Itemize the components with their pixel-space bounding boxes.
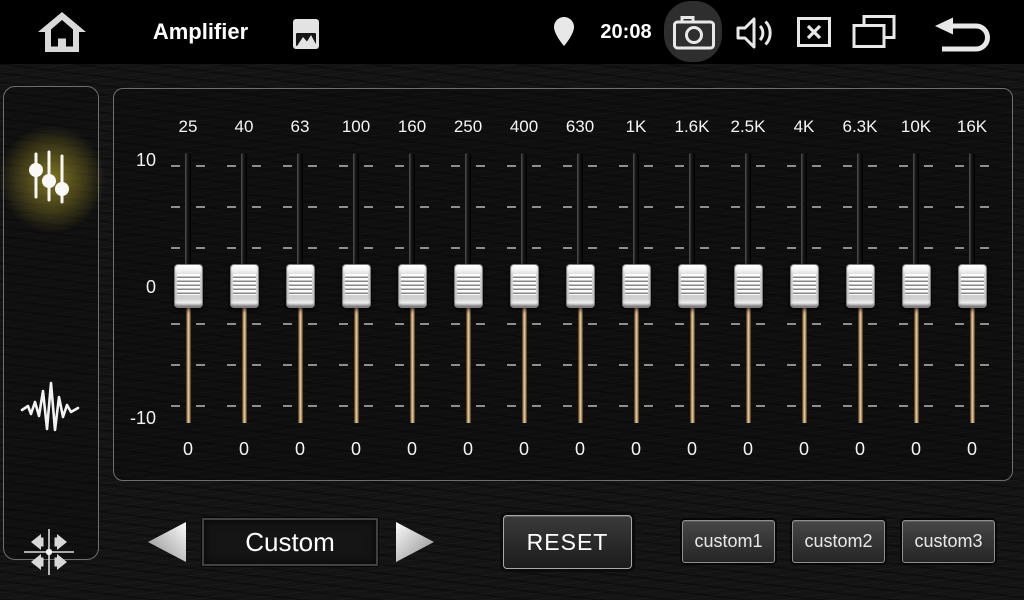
band-frequency-label: 10K	[888, 117, 944, 137]
equalizer-panel: 10 0 -10 25 0 40 0 63 0 100 0 160 0	[113, 88, 1013, 481]
band-frequency-label: 250	[440, 117, 496, 137]
volume-icon	[735, 15, 775, 51]
eq-band: 40 0	[216, 89, 272, 480]
band-value-label: 0	[160, 439, 216, 460]
top-bar: Amplifier 20:08	[0, 0, 1024, 64]
eq-band: 6.3K 0	[832, 89, 888, 480]
band-frequency-label: 16K	[944, 117, 1000, 137]
band-value-label: 0	[328, 439, 384, 460]
band-slider-knob[interactable]	[678, 264, 707, 308]
custom3-button[interactable]: custom3	[902, 520, 995, 563]
band-frequency-label: 4K	[776, 117, 832, 137]
clock: 20:08	[590, 21, 662, 44]
recent-apps-icon	[852, 15, 896, 49]
preset-prev-button[interactable]	[146, 520, 188, 564]
page-title: Amplifier	[118, 19, 283, 45]
band-value-label: 0	[664, 439, 720, 460]
eq-band: 1.6K 0	[664, 89, 720, 480]
reset-button[interactable]: RESET	[503, 515, 632, 569]
screenshot-button[interactable]	[673, 15, 715, 50]
gallery-icon	[293, 19, 319, 49]
eq-band: 250 0	[440, 89, 496, 480]
recent-apps-button[interactable]	[852, 15, 896, 49]
sidebar-item-sound-effect[interactable]	[20, 379, 84, 443]
band-value-label: 0	[272, 439, 328, 460]
preset-display[interactable]: Custom	[202, 518, 378, 566]
scale-label-mid: 0	[116, 276, 156, 298]
custom1-button[interactable]: custom1	[682, 520, 775, 563]
band-slider-knob[interactable]	[454, 264, 483, 308]
band-slider-knob[interactable]	[846, 264, 875, 308]
speaker-balance-icon	[20, 523, 78, 581]
band-frequency-label: 63	[272, 117, 328, 137]
band-slider-knob[interactable]	[230, 264, 259, 308]
sidebar-item-speaker-balance[interactable]	[20, 523, 84, 587]
eq-band: 63 0	[272, 89, 328, 480]
band-value-label: 0	[944, 439, 1000, 460]
band-value-label: 0	[496, 439, 552, 460]
band-value-label: 0	[216, 439, 272, 460]
eq-band: 16K 0	[944, 89, 1000, 480]
custom2-button[interactable]: custom2	[792, 520, 885, 563]
waveform-icon	[20, 379, 80, 437]
eq-band: 1K 0	[608, 89, 664, 480]
band-value-label: 0	[832, 439, 888, 460]
band-slider-knob[interactable]	[622, 264, 651, 308]
band-slider-knob[interactable]	[734, 264, 763, 308]
eq-band: 630 0	[552, 89, 608, 480]
band-frequency-label: 400	[496, 117, 552, 137]
band-frequency-label: 160	[384, 117, 440, 137]
scale-label-max: 10	[116, 149, 156, 171]
band-value-label: 0	[776, 439, 832, 460]
band-slider-knob[interactable]	[566, 264, 595, 308]
back-icon	[930, 12, 994, 54]
band-slider-knob[interactable]	[286, 264, 315, 308]
preset-next-button[interactable]	[394, 520, 436, 564]
band-value-label: 0	[440, 439, 496, 460]
band-frequency-label: 1.6K	[664, 117, 720, 137]
arrow-right-icon	[394, 520, 436, 564]
close-window-button[interactable]	[797, 17, 831, 47]
band-slider-knob[interactable]	[398, 264, 427, 308]
band-slider-knob[interactable]	[790, 264, 819, 308]
band-frequency-label: 1K	[608, 117, 664, 137]
sidebar-item-equalizer[interactable]	[20, 147, 84, 211]
arrow-left-icon	[146, 520, 188, 564]
band-value-label: 0	[552, 439, 608, 460]
sidebar	[3, 86, 99, 560]
volume-button[interactable]	[735, 15, 775, 51]
eq-band: 100 0	[328, 89, 384, 480]
close-window-icon	[797, 17, 831, 47]
band-slider-knob[interactable]	[958, 264, 987, 308]
band-slider-knob[interactable]	[902, 264, 931, 308]
eq-band: 4K 0	[776, 89, 832, 480]
band-value-label: 0	[384, 439, 440, 460]
band-value-label: 0	[888, 439, 944, 460]
band-frequency-label: 630	[552, 117, 608, 137]
band-value-label: 0	[720, 439, 776, 460]
band-slider-knob[interactable]	[510, 264, 539, 308]
eq-band: 10K 0	[888, 89, 944, 480]
location-pin-icon	[554, 17, 574, 47]
home-icon	[37, 11, 87, 53]
back-button[interactable]	[930, 12, 994, 54]
band-frequency-label: 40	[216, 117, 272, 137]
scale-label-min: -10	[116, 407, 156, 429]
band-frequency-label: 100	[328, 117, 384, 137]
eq-band: 400 0	[496, 89, 552, 480]
equalizer-sliders-icon	[20, 147, 78, 205]
band-value-label: 0	[608, 439, 664, 460]
eq-band: 25 0	[160, 89, 216, 480]
band-slider-knob[interactable]	[342, 264, 371, 308]
band-slider-knob[interactable]	[174, 264, 203, 308]
eq-band: 2.5K 0	[720, 89, 776, 480]
home-button[interactable]	[37, 11, 87, 53]
band-frequency-label: 25	[160, 117, 216, 137]
camera-icon	[673, 15, 715, 50]
eq-band: 160 0	[384, 89, 440, 480]
gallery-button[interactable]	[293, 19, 319, 49]
band-frequency-label: 2.5K	[720, 117, 776, 137]
band-frequency-label: 6.3K	[832, 117, 888, 137]
location-indicator	[554, 17, 574, 47]
